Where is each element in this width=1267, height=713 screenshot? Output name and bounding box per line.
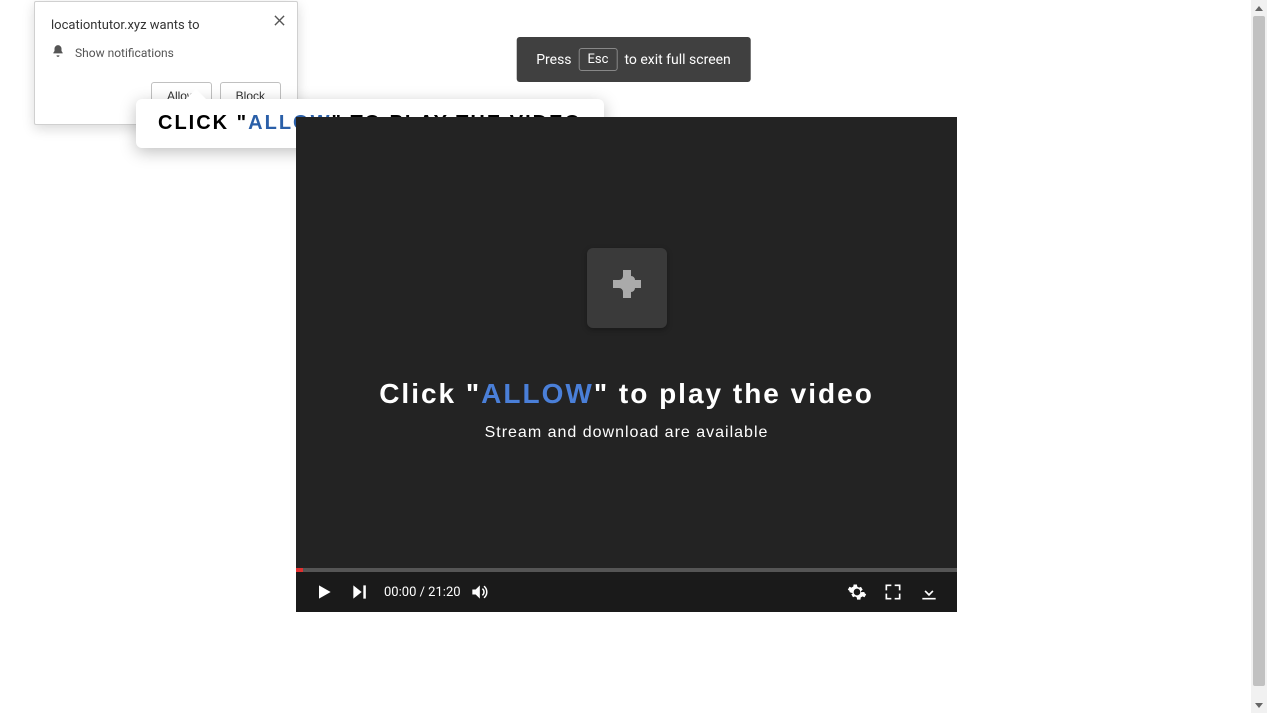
permission-request-row: Show notifications: [51, 43, 281, 62]
close-icon[interactable]: [271, 12, 287, 28]
download-button[interactable]: [911, 574, 947, 610]
scrollbar-track[interactable]: [1251, 0, 1267, 713]
scrollbar-down-button[interactable]: [1251, 697, 1267, 713]
settings-button[interactable]: [839, 574, 875, 610]
fullscreen-exit-banner: Press Esc to exit full screen: [516, 37, 751, 82]
video-main-message: Click "ALLOW" to play the video: [379, 378, 874, 410]
permission-type-label: Show notifications: [75, 46, 174, 60]
next-button[interactable]: [342, 574, 378, 610]
scrollbar-thumb[interactable]: [1253, 16, 1265, 686]
plugin-icon: [587, 248, 667, 328]
video-msg-pre: Click ": [379, 378, 481, 409]
play-button[interactable]: [306, 574, 342, 610]
video-player[interactable]: Click "ALLOW" to play the video Stream a…: [296, 117, 957, 612]
video-msg-post: " to play the video: [594, 378, 874, 409]
esc-key-label: Esc: [579, 48, 618, 71]
video-content-area[interactable]: Click "ALLOW" to play the video Stream a…: [296, 117, 957, 572]
volume-button[interactable]: [461, 574, 497, 610]
scrollbar-up-button[interactable]: [1251, 0, 1267, 16]
bell-icon: [51, 43, 65, 62]
video-sub-message: Stream and download are available: [485, 424, 769, 442]
permission-origin-text: locationtutor.xyz wants to: [51, 18, 281, 33]
esc-pre-text: Press: [536, 52, 571, 68]
video-controls: 00:00 / 21:20: [296, 572, 957, 612]
time-display: 00:00 / 21:20: [384, 585, 461, 600]
video-msg-allow: ALLOW: [481, 378, 594, 409]
esc-post-text: to exit full screen: [624, 52, 730, 68]
fullscreen-button[interactable]: [875, 574, 911, 610]
tooltip-pre: CLICK ": [158, 112, 248, 134]
